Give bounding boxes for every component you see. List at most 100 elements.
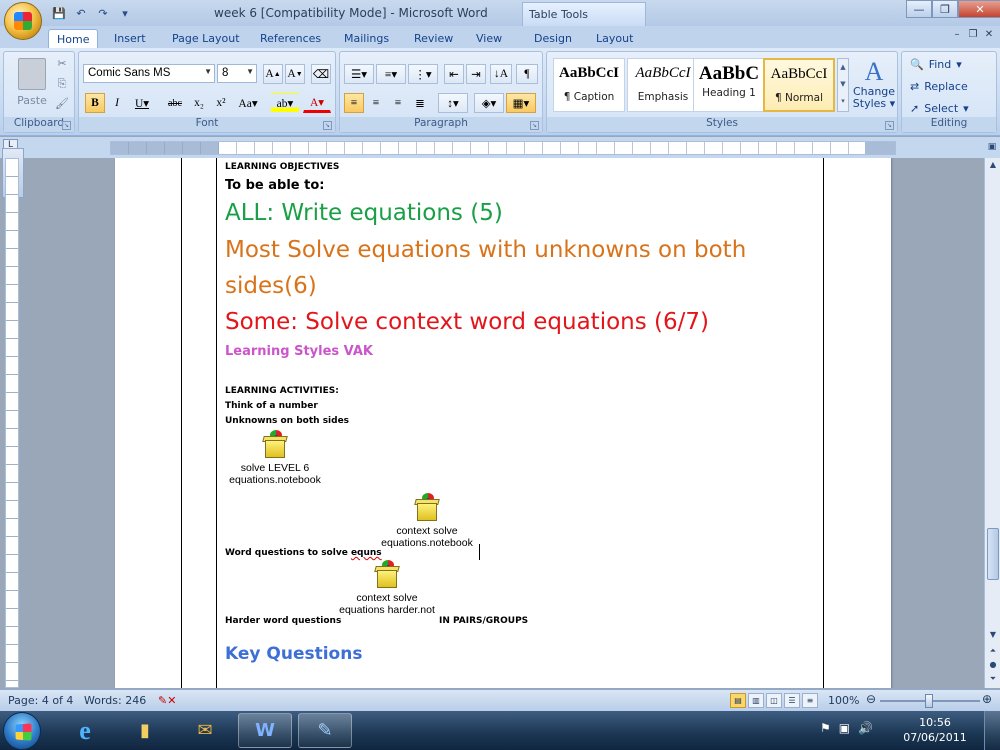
subscript-button[interactable]: x₂	[189, 93, 209, 113]
view-ruler-icon[interactable]: ▣	[984, 142, 1000, 158]
clock[interactable]: 10:56 07/06/2011	[900, 715, 970, 745]
internet-explorer-icon[interactable]: e	[58, 713, 112, 748]
font-launcher-icon[interactable]: ↘	[323, 121, 332, 130]
browse-object-icon[interactable]: ●	[986, 658, 1000, 672]
tab-mailings[interactable]: Mailings	[336, 29, 397, 48]
office-button[interactable]	[4, 2, 42, 40]
numbering-button[interactable]: ≡▾	[376, 64, 406, 84]
vertical-scrollbar[interactable]: ▲ ▼ ⏶ ● ⏷	[984, 158, 1000, 688]
show-hide-button[interactable]: ¶	[516, 64, 538, 84]
explorer-folder-icon[interactable]: ▮	[118, 713, 172, 748]
page-count[interactable]: Page: 4 of 4	[8, 694, 73, 707]
vertical-ruler[interactable]	[5, 158, 19, 688]
maximize-button[interactable]: ❐	[932, 0, 958, 18]
style-heading-1[interactable]: AaBbC Heading 1	[693, 58, 765, 112]
word-count[interactable]: Words: 246	[84, 694, 146, 707]
underline-button[interactable]: U▾	[129, 93, 155, 113]
align-right-button[interactable]: ≡	[388, 93, 408, 113]
tab-references[interactable]: References	[252, 29, 329, 48]
notebook-object-context-harder[interactable]: context solve equations harder.not	[337, 560, 437, 616]
horizontal-ruler[interactable]	[110, 141, 896, 155]
style-caption[interactable]: AaBbCcI ¶ Caption	[553, 58, 625, 112]
zoom-level[interactable]: 100%	[828, 694, 859, 707]
styles-launcher-icon[interactable]: ↘	[885, 121, 894, 130]
customize-qat-icon[interactable]: ▾	[116, 4, 134, 22]
tab-home[interactable]: Home	[48, 29, 99, 48]
superscript-button[interactable]: x²	[211, 93, 231, 113]
prev-page-icon[interactable]: ⏶	[986, 644, 1000, 658]
change-styles-button[interactable]: A Change Styles ▾	[852, 58, 896, 110]
redo-icon[interactable]: ↷	[94, 4, 112, 22]
font-size-combo[interactable]: 8 ▼	[217, 64, 257, 83]
start-button[interactable]	[3, 712, 41, 750]
draft-icon[interactable]: ≡	[802, 693, 818, 708]
zoom-in-icon[interactable]: ⊕	[982, 692, 992, 706]
flag-icon[interactable]: ⚑	[820, 721, 831, 735]
document-page[interactable]: LEARNING OBJECTIVES To be able to: ALL: …	[115, 158, 891, 688]
change-case-button[interactable]: Aa▾	[233, 93, 263, 113]
zoom-out-icon[interactable]: ⊖	[866, 692, 876, 706]
network-icon[interactable]: ▣	[839, 721, 850, 735]
web-layout-icon[interactable]: ◫	[766, 693, 782, 708]
bullets-button[interactable]: ☰▾	[344, 64, 374, 84]
proofing-icon[interactable]: ✎✕	[158, 694, 176, 707]
zoom-thumb[interactable]	[925, 694, 933, 708]
outline-icon[interactable]: ☰	[784, 693, 800, 708]
align-left-button[interactable]: ≡	[344, 93, 364, 113]
format-painter-icon[interactable]: 🖌	[54, 96, 70, 112]
grow-font-button[interactable]: A ▲	[263, 64, 283, 84]
next-page-icon[interactable]: ⏷	[986, 672, 1000, 686]
shading-button[interactable]: ◈▾	[474, 93, 504, 113]
clipboard-launcher-icon[interactable]: ↘	[62, 121, 71, 130]
italic-button[interactable]: I	[107, 93, 127, 113]
cut-icon[interactable]: ✂	[54, 56, 70, 72]
tab-layout[interactable]: Layout	[588, 29, 641, 48]
scroll-down-icon[interactable]: ▼	[986, 628, 1000, 642]
bold-button[interactable]: B	[85, 93, 105, 113]
close-button[interactable]: ✕	[958, 0, 1000, 18]
justify-button[interactable]: ≣	[410, 93, 430, 113]
tab-insert[interactable]: Insert	[106, 29, 154, 48]
copy-icon[interactable]: ⎘	[54, 76, 70, 92]
doc-close-icon[interactable]: ✕	[982, 28, 996, 42]
notebook-object-level6[interactable]: solve LEVEL 6 equations.notebook	[225, 430, 325, 486]
style-normal[interactable]: AaBbCcI ¶ Normal	[763, 58, 835, 112]
undo-icon[interactable]: ↶	[72, 4, 90, 22]
highlight-button[interactable]: ab▾	[271, 93, 299, 113]
show-desktop-button[interactable]	[984, 711, 1000, 750]
font-color-button[interactable]: A▾	[303, 93, 331, 113]
borders-button[interactable]: ▦▾	[506, 93, 536, 113]
outlook-icon[interactable]: ✉	[178, 713, 232, 748]
style-emphasis[interactable]: AaBbCcI Emphasis	[627, 58, 699, 112]
align-center-button[interactable]: ≡	[366, 93, 386, 113]
tab-page-layout[interactable]: Page Layout	[164, 29, 248, 48]
full-screen-icon[interactable]: ▥	[748, 693, 764, 708]
line-spacing-button[interactable]: ↕▾	[438, 93, 468, 113]
scroll-up-icon[interactable]: ▲	[986, 158, 1000, 172]
tab-view[interactable]: View	[468, 29, 510, 48]
volume-icon[interactable]: 🔊	[858, 721, 873, 735]
paste-button[interactable]: Paste	[12, 58, 52, 114]
paragraph-launcher-icon[interactable]: ↘	[530, 121, 539, 130]
tab-review[interactable]: Review	[406, 29, 461, 48]
doc-minimize-icon[interactable]: –	[950, 28, 964, 42]
shrink-font-button[interactable]: A ▼	[285, 64, 305, 84]
clear-formatting-icon[interactable]: ⌫	[311, 64, 331, 84]
scroll-thumb[interactable]	[987, 528, 999, 580]
styles-gallery-scroll[interactable]: ▲ ▼ ▾	[837, 58, 849, 112]
save-icon[interactable]: 💾	[50, 4, 68, 22]
find-button[interactable]: 🔍 Find ▾	[910, 58, 962, 71]
strikethrough-button[interactable]: abc	[163, 93, 187, 113]
minimize-button[interactable]: —	[906, 0, 932, 18]
notebook-object-context[interactable]: context solve equations.notebook	[377, 493, 477, 549]
font-name-combo[interactable]: Comic Sans MS ▼	[83, 64, 215, 83]
increase-indent-button[interactable]: ⇥	[466, 64, 486, 84]
smart-notebook-icon[interactable]: ✎	[298, 713, 352, 748]
doc-restore-icon[interactable]: ❐	[966, 28, 980, 42]
decrease-indent-button[interactable]: ⇤	[444, 64, 464, 84]
word-taskbar-icon[interactable]: W	[238, 713, 292, 748]
sort-button[interactable]: ↓A	[490, 64, 512, 84]
multilevel-list-button[interactable]: ⋮▾	[408, 64, 438, 84]
tab-design[interactable]: Design	[526, 29, 580, 48]
select-button[interactable]: ➚ Select ▾	[910, 102, 969, 115]
